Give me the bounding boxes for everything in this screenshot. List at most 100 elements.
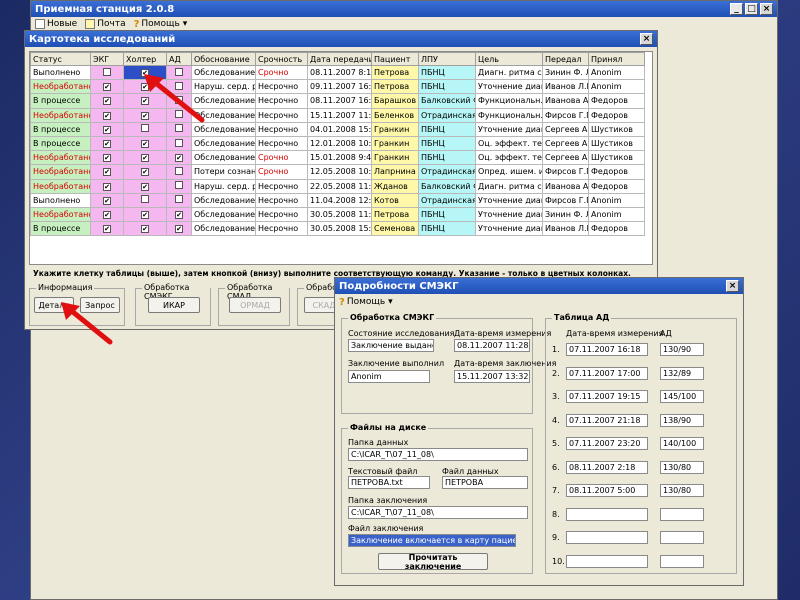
- ekg-checkbox[interactable]: ✔: [103, 168, 111, 177]
- concl-folder-field[interactable]: C:\ICAR_T\07_11_08\: [348, 506, 528, 519]
- urgency-cell[interactable]: Несрочно: [255, 135, 308, 152]
- urgency-cell[interactable]: Срочно: [255, 164, 308, 180]
- ad-time-field[interactable]: 07.11.2007 21:18: [566, 413, 648, 427]
- ad-cell[interactable]: ✔: [166, 206, 192, 223]
- ekg-checkbox[interactable]: [103, 67, 111, 76]
- status-cell[interactable]: Необработано: [30, 164, 91, 180]
- cards-close-button[interactable]: ×: [640, 33, 653, 45]
- table-row[interactable]: В процессе ✔ ✔ Обследование Несрочно 12.01.20…: [30, 135, 645, 152]
- column-header[interactable]: Дата передачи: [307, 52, 372, 66]
- ad-time-field[interactable]: [566, 531, 648, 544]
- ekg-checkbox[interactable]: ✔: [103, 83, 111, 92]
- reason-cell[interactable]: Обследование: [191, 135, 256, 152]
- details-menu-help[interactable]: ? Помощь ▾: [339, 297, 393, 308]
- ad-cell[interactable]: [166, 135, 192, 152]
- holter-checkbox[interactable]: ✔: [141, 225, 149, 234]
- date-cell[interactable]: 12.05.2008 10:46: [307, 164, 372, 180]
- table-row[interactable]: В процессе ✔ ✔ ✔ Обследование Несрочно 30.05.2…: [30, 221, 645, 237]
- date-cell[interactable]: 11.04.2008 12:40: [307, 192, 372, 208]
- column-header[interactable]: Передал: [542, 52, 589, 66]
- ad-time-field[interactable]: 08.11.2007 2:18: [566, 460, 648, 474]
- ad-value-field[interactable]: 130/80: [660, 484, 704, 497]
- column-header[interactable]: АД: [166, 52, 192, 66]
- ad-value-field[interactable]: 140/100: [660, 437, 704, 450]
- holter-cell[interactable]: ✔: [123, 164, 167, 180]
- table-row[interactable]: Необработано✔✔Наруш. серд. ритмаНесрочно…: [30, 79, 645, 95]
- urgency-cell[interactable]: Несрочно: [255, 79, 308, 95]
- reason-cell[interactable]: Обследование: [191, 150, 256, 166]
- goal-cell[interactable]: Функциональн. пробы: [475, 107, 543, 123]
- goal-cell[interactable]: Уточнение диагноза: [475, 221, 543, 237]
- holter-checkbox[interactable]: ✔: [141, 210, 149, 219]
- holter-cell[interactable]: ✔: [123, 178, 167, 194]
- column-header[interactable]: Принял: [588, 52, 645, 66]
- ekg-checkbox[interactable]: ✔: [103, 154, 111, 163]
- sent-cell[interactable]: Фирсов Г.П.: [542, 107, 589, 123]
- close-button[interactable]: ×: [760, 3, 773, 15]
- patient-cell[interactable]: Беленков: [371, 107, 419, 123]
- recv-cell[interactable]: Федоров: [588, 178, 645, 194]
- ad-time-field[interactable]: 07.11.2007 16:18: [566, 343, 648, 356]
- ad-cell[interactable]: [166, 192, 192, 208]
- ekg-cell[interactable]: ✔: [90, 221, 124, 237]
- date-cell[interactable]: 30.05.2008 15:46: [307, 221, 372, 237]
- table-row[interactable]: Необработано ✔ ✔ ✔ Обследование Срочно 15.01.2…: [30, 150, 645, 166]
- table-row[interactable]: Необработано ✔ ✔ ✔ Обследование Несрочно 30.05…: [30, 206, 645, 223]
- recv-cell[interactable]: Anonim: [588, 64, 645, 81]
- ormad-button[interactable]: ОРМАД: [229, 297, 281, 313]
- status-cell[interactable]: В процессе: [30, 93, 91, 109]
- recv-cell[interactable]: Федоров: [588, 93, 645, 109]
- ekg-cell[interactable]: ✔: [90, 192, 124, 208]
- status-cell[interactable]: В процессе: [30, 221, 91, 237]
- date-cell[interactable]: 15.11.2007 11:29: [307, 107, 372, 123]
- patient-cell[interactable]: Семенова: [371, 221, 419, 237]
- recv-cell[interactable]: Федоров: [588, 221, 645, 237]
- ad-checkbox[interactable]: [175, 181, 183, 190]
- ekg-checkbox[interactable]: ✔: [103, 182, 111, 191]
- state-field[interactable]: Заключение выдано: [348, 339, 434, 352]
- recv-cell[interactable]: Шустиков: [588, 150, 645, 166]
- holter-checkbox[interactable]: ✔: [141, 140, 149, 149]
- ad-value-field[interactable]: [660, 554, 704, 568]
- urgency-cell[interactable]: Несрочно: [255, 221, 308, 237]
- ekg-checkbox[interactable]: ✔: [103, 225, 111, 234]
- ekg-cell[interactable]: ✔: [90, 164, 124, 180]
- urgency-cell[interactable]: Несрочно: [255, 107, 308, 123]
- goal-cell[interactable]: Оц. эффект. терапии: [475, 135, 543, 152]
- patient-cell[interactable]: Петрова: [371, 64, 419, 81]
- status-cell[interactable]: В процессе: [30, 121, 91, 137]
- sent-cell[interactable]: Сергеев А.И.: [542, 135, 589, 152]
- column-header[interactable]: ЭКГ: [90, 52, 124, 66]
- reason-cell[interactable]: Обследование: [191, 192, 256, 208]
- date-cell[interactable]: 30.05.2008 11:26: [307, 206, 372, 223]
- table-row[interactable]: В процессе ✔ ✔ Обследование Несрочно 08.11.20…: [30, 93, 645, 109]
- recv-cell[interactable]: Шустиков: [588, 135, 645, 152]
- ad-time-field[interactable]: 07.11.2007 17:00: [566, 366, 648, 380]
- patient-cell[interactable]: Петрова: [371, 206, 419, 223]
- reason-cell[interactable]: Наруш. серд. ритма: [191, 178, 256, 194]
- urgency-cell[interactable]: Несрочно: [255, 93, 308, 109]
- measure-field[interactable]: 08.11.2007 11:28:00: [454, 339, 530, 352]
- ad-cell[interactable]: ✔: [166, 221, 192, 237]
- ekg-cell[interactable]: ✔: [90, 178, 124, 194]
- column-header[interactable]: ЛПУ: [418, 52, 476, 66]
- ad-time-field[interactable]: [566, 554, 648, 568]
- table-row[interactable]: Необработано ✔ ✔ Обследование Несрочно 15.11.…: [30, 107, 645, 123]
- author-field[interactable]: Anonim: [348, 370, 430, 383]
- ekg-checkbox[interactable]: ✔: [103, 97, 111, 106]
- reason-cell[interactable]: Обследование: [191, 206, 256, 223]
- date-cell[interactable]: 08.11.2007 8:15: [307, 64, 372, 81]
- goal-cell[interactable]: Диагн. ритма сердца: [475, 64, 543, 81]
- table-row[interactable]: В процессе ✔ Обследование Несрочно 04.01.200…: [30, 121, 645, 137]
- status-cell[interactable]: Выполнено: [30, 64, 91, 81]
- goal-cell[interactable]: Диагн. ритма сердца: [475, 178, 543, 194]
- ad-checkbox[interactable]: ✔: [175, 210, 183, 219]
- column-header[interactable]: Обоснование: [191, 52, 256, 66]
- ekg-cell[interactable]: ✔: [90, 93, 124, 109]
- urgency-cell[interactable]: Несрочно: [255, 121, 308, 137]
- table-row[interactable]: Необработано✔✔Наруш. серд. ритмаНесрочно…: [30, 178, 645, 194]
- recv-cell[interactable]: Anonim: [588, 206, 645, 223]
- ad-value-field[interactable]: 138/90: [660, 413, 704, 427]
- ad-cell[interactable]: [166, 178, 192, 194]
- column-header[interactable]: Холтер: [123, 52, 167, 66]
